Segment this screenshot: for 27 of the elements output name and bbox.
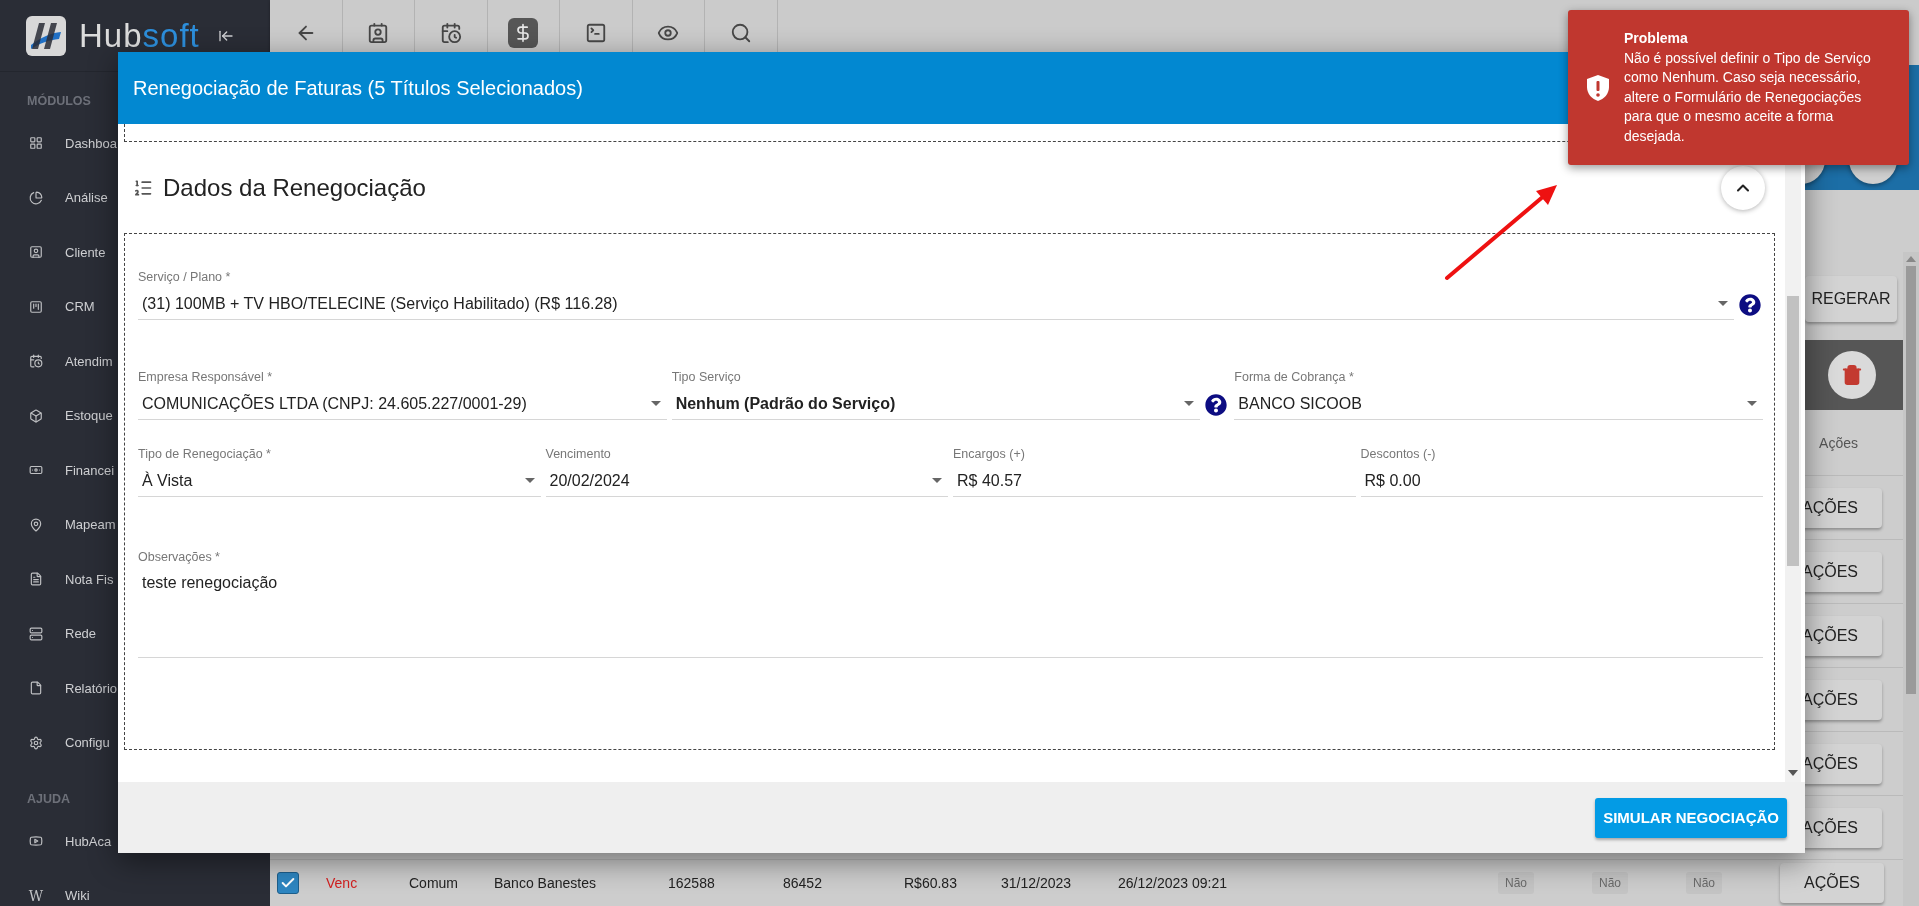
field-label: Descontos (-) — [1360, 447, 1437, 461]
field-label: Tipo Serviço — [671, 370, 742, 384]
section-title: Dados da Renegociação — [163, 173, 427, 202]
field-label: Empresa Responsável * — [138, 370, 274, 384]
wiki-icon: W — [29, 888, 43, 903]
field-label: Encargos (+) — [953, 447, 1026, 461]
toast-title: Problema — [1624, 29, 1689, 48]
table-cell-text: 31/12/2023 — [1001, 875, 1073, 891]
table-cell-text: 26/12/2023 09:21 — [1118, 875, 1228, 891]
status-cell-text: Venc — [326, 875, 359, 891]
section-title: MÓDULOS — [26, 92, 91, 110]
field-label: Forma de Cobrança * — [1234, 370, 1355, 384]
section-title: AJUDA — [26, 791, 71, 808]
table-cell-text: 162588 — [668, 875, 716, 891]
table-cell-text: Comum — [409, 875, 459, 891]
flag-chip: Não — [1592, 872, 1628, 894]
flag-chip: Não — [1498, 872, 1534, 894]
table-cell-text: 86452 — [783, 875, 823, 891]
brand-name: Hubsoft — [79, 16, 200, 55]
table-cell-text: R$60.83 — [904, 875, 958, 891]
field-label: Vencimento — [545, 447, 612, 461]
column-header: Ações — [1819, 434, 1858, 451]
field-label: Observações * — [138, 550, 221, 564]
field-label: Tipo de Renegociação * — [138, 447, 272, 461]
table-cell-text: Banco Banestes — [494, 875, 597, 891]
field-label: Serviço / Plano * — [138, 270, 232, 284]
flag-chip: Não — [1686, 872, 1722, 894]
